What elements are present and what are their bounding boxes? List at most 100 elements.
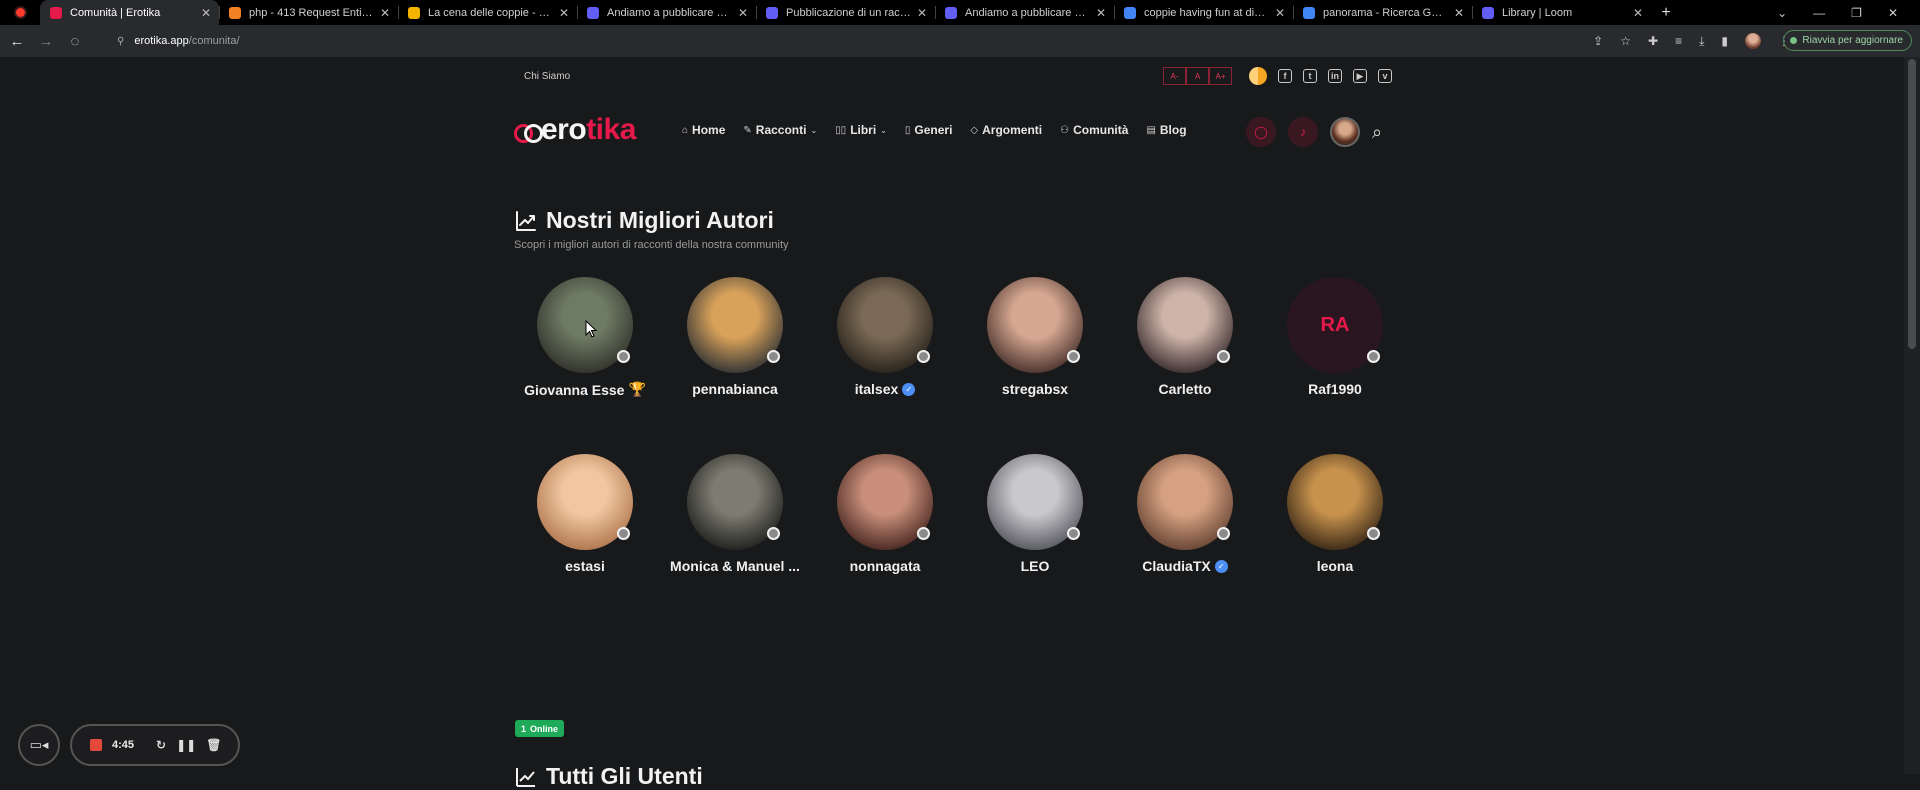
font-decrease-button[interactable]: A- (1163, 67, 1186, 85)
author-name-row[interactable]: pennabianca (692, 381, 778, 397)
bookmark-star-icon[interactable]: ☆ (1620, 34, 1631, 48)
author-card[interactable]: Monica & Manuel ... (660, 454, 810, 574)
media-controls-icon[interactable]: ≡ (1675, 34, 1682, 48)
site-info-icon[interactable]: ⚲ (117, 36, 124, 47)
stop-recording-button[interactable] (90, 739, 102, 751)
nav-item-label: Generi (914, 123, 953, 137)
browser-tab[interactable]: Comunità | Erotika ✕ (40, 0, 219, 25)
notifications-bell-icon[interactable]: ♪ (1288, 117, 1318, 147)
share-icon[interactable]: ⇪ (1593, 34, 1603, 48)
status-dot (1367, 350, 1380, 363)
nav-item-racconti[interactable]: ✎ Racconti ⌄ (743, 123, 817, 137)
chevron-down-icon: ⌄ (880, 125, 887, 135)
update-dot-icon (1790, 37, 1798, 44)
user-avatar[interactable] (1330, 117, 1360, 147)
tab-search-icon[interactable]: ⌄ (1777, 6, 1787, 20)
nav-item-home[interactable]: ⌂ Home (682, 123, 725, 137)
vimeo-icon[interactable]: v (1378, 69, 1392, 83)
author-name-row[interactable]: Carletto (1159, 381, 1212, 397)
pause-icon[interactable]: ❚❚ (176, 738, 196, 752)
nav-item-generi[interactable]: ▯ Generi (905, 123, 953, 137)
author-name-row[interactable]: LEO (1021, 558, 1050, 574)
youtube-icon[interactable]: ▶ (1353, 69, 1367, 83)
author-name-row[interactable]: nonnagata (850, 558, 921, 574)
restore-button[interactable]: ❐ (1851, 6, 1862, 20)
theme-toggle-icon[interactable] (1249, 67, 1267, 85)
profile-avatar[interactable] (1745, 33, 1761, 49)
restart-icon[interactable]: ↻ (156, 738, 166, 752)
new-tab-button[interactable]: + (1651, 4, 1681, 22)
browser-tab[interactable]: Andiamo a pubblicare un racconto ✕ (935, 0, 1114, 25)
site-logo[interactable]: ero tika (514, 113, 636, 147)
close-window-button[interactable]: ✕ (1888, 6, 1898, 20)
extensions-icon[interactable]: ✚ (1648, 34, 1658, 48)
nav-item-comunit[interactable]: ⚇ Comunità (1060, 123, 1128, 137)
camera-toggle-icon[interactable]: ▭◂ (18, 724, 60, 766)
author-name-row[interactable]: leona (1317, 558, 1354, 574)
url-bar[interactable]: ⚲ erotika.app/comunita/ (105, 30, 1665, 52)
author-card[interactable]: nonnagata (810, 454, 960, 574)
author-card[interactable]: LEO (960, 454, 1110, 574)
author-name: leona (1316, 558, 1354, 574)
linkedin-icon[interactable]: in (1328, 69, 1342, 83)
tab-close-icon[interactable]: ✕ (917, 6, 927, 20)
font-increase-button[interactable]: A+ (1209, 67, 1232, 85)
browser-tab-strip: Comunità | Erotika ✕ php - 413 Request Ent… (0, 0, 1920, 25)
author-name-row[interactable]: Monica & Manuel ... (670, 558, 800, 574)
author-name-row[interactable]: Giovanna Esse 🏆 (524, 381, 646, 398)
browser-tab[interactable]: coppie having fun at dinner - Ricerca Go… (1114, 0, 1293, 25)
side-panel-icon[interactable]: ▮ (1721, 34, 1728, 48)
delete-icon[interactable]: 🗑 (206, 738, 221, 752)
twitter-icon[interactable]: t (1303, 69, 1317, 83)
author-card[interactable]: stregabsx (960, 277, 1110, 398)
browser-tab[interactable]: php - 413 Request Entity Too Large ✕ (219, 0, 398, 25)
tab-close-icon[interactable]: ✕ (1275, 6, 1285, 20)
author-name-row[interactable]: stregabsx (1002, 381, 1068, 397)
tab-close-icon[interactable]: ✕ (1633, 6, 1643, 20)
url-path: /comunita/ (188, 35, 240, 47)
author-card[interactable]: RA Raf1990 (1260, 277, 1410, 398)
author-card[interactable]: leona (1260, 454, 1410, 574)
messages-icon[interactable]: ◯ (1246, 117, 1276, 147)
author-name: LEO (1020, 558, 1050, 574)
scrollbar-thumb[interactable] (1908, 59, 1916, 349)
author-card[interactable]: italsex ✓ (810, 277, 960, 398)
minimize-button[interactable]: — (1813, 6, 1825, 20)
browser-tab[interactable]: La cena delle coppie - Racconti erotici ✕ (398, 0, 577, 25)
forward-button[interactable]: → (34, 33, 58, 50)
chi-siamo-link[interactable]: Chi Siamo (524, 71, 570, 82)
update-button[interactable]: Riavvia per aggiornare (1783, 30, 1912, 51)
back-button[interactable]: ← (5, 33, 29, 50)
nav-item-blog[interactable]: ▤ Blog (1146, 123, 1186, 137)
nav-item-argomenti[interactable]: ◇ Argomenti (970, 123, 1042, 137)
author-card[interactable]: estasi (510, 454, 660, 574)
search-icon[interactable]: ⌕ (1372, 122, 1382, 143)
author-name-row[interactable]: estasi (565, 558, 605, 574)
author-name-row[interactable]: ClaudiaTX ✓ (1142, 558, 1228, 574)
loading-stop-icon[interactable]: ◌ (63, 33, 87, 50)
browser-tab[interactable]: Pubblicazione di un racconto su Erotika ✕ (756, 0, 935, 25)
browser-tab[interactable]: Library | Loom ✕ (1472, 0, 1651, 25)
tab-close-icon[interactable]: ✕ (201, 6, 211, 20)
tab-close-icon[interactable]: ✕ (1096, 6, 1106, 20)
tab-title: Library | Loom (1502, 6, 1573, 19)
tab-close-icon[interactable]: ✕ (380, 6, 390, 20)
author-name-row[interactable]: Raf1990 (1308, 381, 1362, 397)
browser-tab[interactable]: Andiamo a pubblicare un racconto ✕ (577, 0, 756, 25)
facebook-icon[interactable]: f (1278, 69, 1292, 83)
tab-close-icon[interactable]: ✕ (1454, 6, 1464, 20)
status-dot (617, 527, 630, 540)
author-card[interactable]: pennabianca (660, 277, 810, 398)
downloads-icon[interactable]: ⤓ (1699, 34, 1704, 49)
tab-close-icon[interactable]: ✕ (559, 6, 569, 20)
author-name-row[interactable]: italsex ✓ (855, 381, 916, 397)
tab-close-icon[interactable]: ✕ (738, 6, 748, 20)
author-card[interactable]: ClaudiaTX ✓ (1110, 454, 1260, 574)
page-scrollbar[interactable] (1904, 57, 1920, 774)
online-count: 1 (521, 723, 527, 734)
author-card[interactable]: Carletto (1110, 277, 1260, 398)
nav-item-libri[interactable]: ▯▯ Libri ⌄ (835, 123, 887, 137)
nav-item-label: Comunità (1073, 123, 1129, 137)
browser-tab[interactable]: panorama - Ricerca Google ✕ (1293, 0, 1472, 25)
font-reset-button[interactable]: A (1186, 67, 1209, 85)
